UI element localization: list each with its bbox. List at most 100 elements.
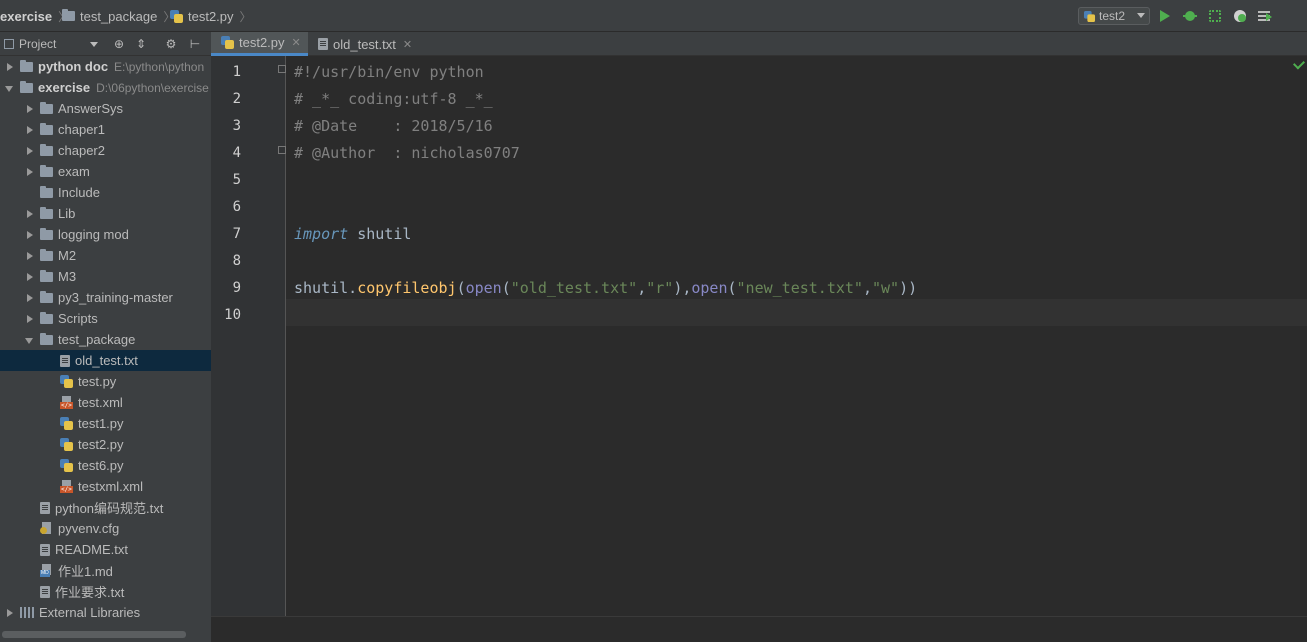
line-number: 8 bbox=[232, 253, 241, 269]
fold-marker-icon[interactable] bbox=[278, 65, 286, 73]
tree-item-label: Scripts bbox=[58, 311, 98, 326]
tree-item-label: py3_training-master bbox=[58, 290, 173, 305]
tree-item[interactable]: AnswerSys bbox=[0, 98, 211, 119]
tree-item[interactable]: chaper2 bbox=[0, 140, 211, 161]
python-file-icon bbox=[1083, 10, 1096, 22]
tree-item[interactable]: Scripts bbox=[0, 308, 211, 329]
tree-item-label: test.py bbox=[78, 374, 117, 389]
line-number: 7 bbox=[232, 226, 241, 242]
tree-item[interactable]: test.py bbox=[0, 371, 211, 392]
horizontal-scrollbar[interactable] bbox=[0, 628, 211, 642]
code-editor[interactable]: 1 2 3 4 5 6 7 8 9 10 #!/usr/bin/env python # _*_ c… bbox=[211, 56, 1307, 616]
tree-item-label: 作业1.md bbox=[58, 564, 113, 579]
chevron-right-icon[interactable] bbox=[24, 229, 36, 241]
tree-item[interactable]: testxml.xml bbox=[0, 476, 211, 497]
run-configuration-select[interactable]: test2 bbox=[1078, 7, 1150, 25]
breadcrumb-item-test2-py[interactable]: test2.py 〉 bbox=[170, 8, 252, 24]
chevron-right-icon[interactable] bbox=[24, 145, 36, 157]
chevron-right-icon[interactable] bbox=[4, 607, 16, 619]
code-line: # _*_ coding:utf-8 _*_ bbox=[294, 86, 493, 113]
project-icon bbox=[4, 39, 14, 49]
tree-item[interactable]: 作业要求.txt bbox=[0, 581, 211, 602]
tree-item[interactable]: Lib bbox=[0, 203, 211, 224]
chevron-right-icon[interactable] bbox=[24, 313, 36, 325]
tree-item[interactable]: python编码规范.txt bbox=[0, 497, 211, 518]
chevron-right-icon[interactable] bbox=[24, 124, 36, 136]
tree-item[interactable]: 作业1.md bbox=[0, 560, 211, 581]
tree-item[interactable]: chaper1 bbox=[0, 119, 211, 140]
chevron-right-icon[interactable] bbox=[24, 271, 36, 283]
tree-item[interactable]: External Libraries bbox=[0, 602, 211, 623]
code-token: # @Author : nicholas0707 bbox=[294, 144, 520, 162]
scroll-from-source-icon[interactable]: ⊕ bbox=[112, 37, 126, 51]
collapse-all-icon[interactable]: ⇕ bbox=[134, 37, 148, 51]
tree-item[interactable]: test.xml bbox=[0, 392, 211, 413]
chevron-right-icon[interactable] bbox=[24, 292, 36, 304]
line-number: 3 bbox=[232, 118, 241, 134]
python-file-icon bbox=[221, 36, 234, 49]
code-token: "w" bbox=[872, 279, 900, 297]
chevron-down-icon[interactable] bbox=[90, 42, 98, 47]
run-configuration-label: test2 bbox=[1099, 9, 1126, 23]
folder-icon bbox=[40, 185, 53, 198]
folder-icon bbox=[40, 332, 53, 345]
chevron-down-icon[interactable] bbox=[24, 334, 36, 346]
python-file-icon bbox=[60, 459, 73, 472]
tree-item-label: 作业要求.txt bbox=[55, 585, 125, 600]
tree-item[interactable]: Include bbox=[0, 182, 211, 203]
chevron-right-icon[interactable] bbox=[24, 250, 36, 262]
debug-icon[interactable] bbox=[1182, 8, 1198, 24]
code-token: "r" bbox=[646, 279, 674, 297]
coverage-icon[interactable] bbox=[1207, 8, 1223, 24]
tree-item[interactable]: README.txt bbox=[0, 539, 211, 560]
scrollbar-thumb[interactable] bbox=[2, 631, 186, 638]
tree-item-label: pyvenv.cfg bbox=[58, 521, 120, 536]
gear-icon[interactable]: ⚙ bbox=[164, 37, 178, 51]
run-icon[interactable] bbox=[1157, 8, 1173, 24]
tree-item[interactable]: py3_training-master bbox=[0, 287, 211, 308]
code-token: open bbox=[691, 279, 728, 297]
tree-item-label: M2 bbox=[58, 248, 77, 263]
project-view-select[interactable]: Project bbox=[4, 37, 56, 51]
tree-item[interactable]: test2.py bbox=[0, 434, 211, 455]
folder-icon bbox=[40, 311, 53, 324]
chevron-right-icon[interactable] bbox=[4, 61, 16, 73]
code-line: import shutil bbox=[294, 221, 411, 248]
tab-old-test-txt[interactable]: old_test.txt ✕ bbox=[308, 32, 424, 56]
chevron-right-icon[interactable] bbox=[24, 166, 36, 178]
close-icon[interactable]: ✕ bbox=[292, 36, 301, 49]
code-token: , bbox=[637, 279, 647, 297]
config-file-icon bbox=[40, 522, 53, 535]
tree-item[interactable]: test_package bbox=[0, 329, 211, 350]
chevron-down-icon[interactable] bbox=[4, 82, 16, 94]
tree-item[interactable]: logging mod bbox=[0, 224, 211, 245]
tree-item[interactable]: M3 bbox=[0, 266, 211, 287]
chevron-right-icon[interactable] bbox=[24, 103, 36, 115]
code-token: open bbox=[465, 279, 502, 297]
fold-marker-icon[interactable] bbox=[278, 146, 286, 154]
breadcrumb-item-exercise[interactable]: exercise 〉 bbox=[0, 8, 70, 24]
concurrency-icon[interactable] bbox=[1257, 8, 1273, 24]
tree-item[interactable]: pyvenv.cfg bbox=[0, 518, 211, 539]
tree-item[interactable]: python doc E:\python\python bbox=[0, 56, 211, 77]
breadcrumb-item-test-package[interactable]: test_package 〉 bbox=[62, 8, 175, 24]
code-token: ( bbox=[501, 279, 511, 297]
tab-test2-py[interactable]: test2.py ✕ bbox=[211, 32, 308, 56]
tree-item[interactable]: exam bbox=[0, 161, 211, 182]
close-icon[interactable]: ✕ bbox=[403, 38, 412, 51]
tree-item-label: Include bbox=[58, 185, 100, 200]
code-line: # @Author : nicholas0707 bbox=[294, 140, 520, 167]
folder-icon bbox=[62, 9, 75, 21]
tree-item[interactable]: exercise D:\06python\exercise bbox=[0, 77, 211, 98]
hide-panel-icon[interactable]: ⊢ bbox=[188, 37, 202, 51]
tree-item[interactable]: test1.py bbox=[0, 413, 211, 434]
tree-item[interactable]: M2 bbox=[0, 245, 211, 266]
tree-item[interactable]: test6.py bbox=[0, 455, 211, 476]
chevron-right-icon[interactable] bbox=[24, 208, 36, 220]
code-token: ), bbox=[673, 279, 692, 297]
tree-item[interactable]: old_test.txt bbox=[0, 350, 211, 371]
profile-icon[interactable] bbox=[1232, 8, 1248, 24]
